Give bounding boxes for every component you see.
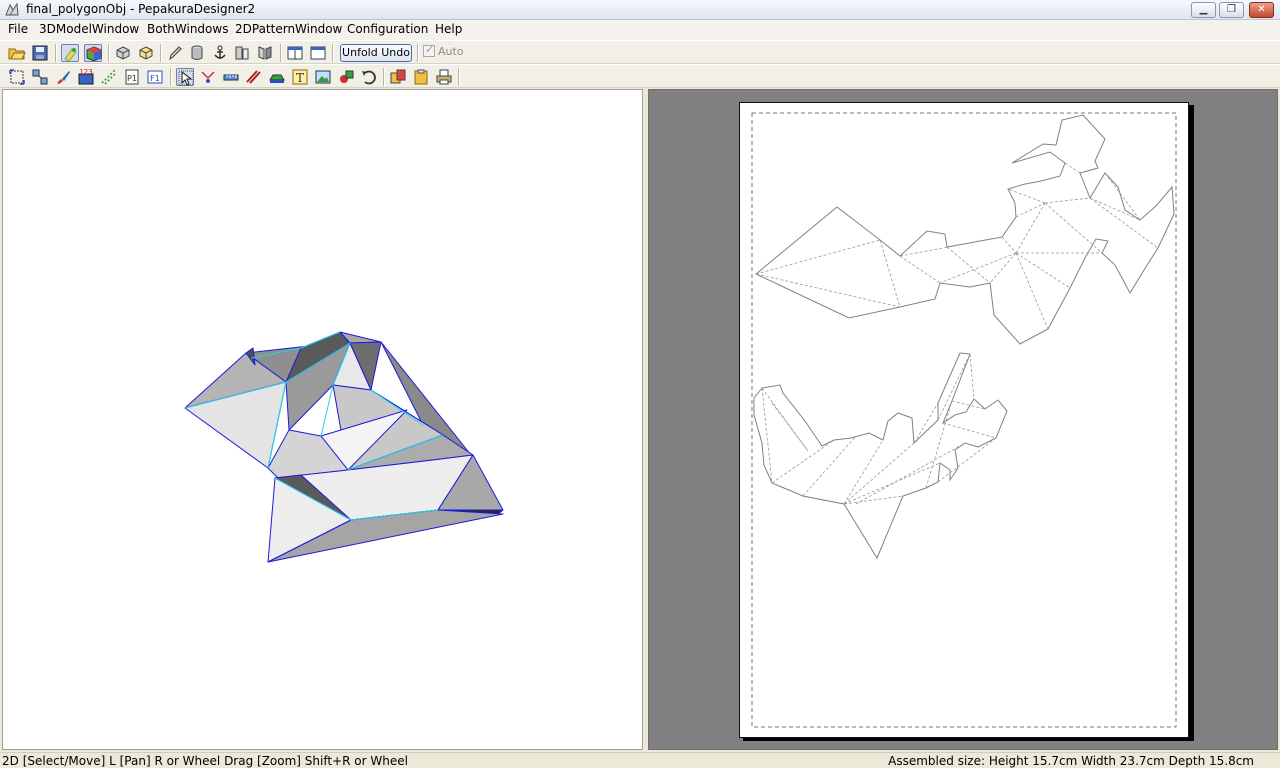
title-bar: final_polygonObj - PepakuraDesigner2 ▁ ❐… (0, 0, 1280, 20)
auto-label: Auto (438, 45, 464, 58)
menu-2dpatternwindow[interactable]: 2DPatternWindow (235, 22, 342, 36)
svg-text:F1: F1 (150, 74, 160, 83)
rotate-parts-icon[interactable] (337, 68, 355, 86)
status-assembled-size: Assembled size: Height 15.7cm Width 23.7… (888, 754, 1254, 768)
window-single-icon[interactable] (309, 44, 327, 62)
image-tool-icon[interactable] (314, 68, 332, 86)
close-button[interactable]: ✕ (1249, 2, 1274, 18)
menu-configuration[interactable]: Configuration (347, 22, 428, 36)
polygon-model-3d[interactable] (3, 90, 644, 751)
printable-margin (751, 112, 1177, 728)
status-mode-hint: 2D [Select/Move] L [Pan] R or Wheel Drag… (2, 754, 408, 768)
svg-text:123: 123 (79, 68, 92, 76)
svg-text:P1: P1 (127, 74, 137, 83)
flip-model-icon[interactable] (256, 44, 274, 62)
menu-bothwindows[interactable]: BothWindows (147, 22, 228, 36)
flap-lines-icon[interactable] (245, 68, 263, 86)
maximize-button[interactable]: ❐ (1219, 2, 1244, 18)
unfold-undo-button[interactable]: Unfold Undo (340, 44, 412, 62)
checkmark-icon: ✓ (425, 43, 435, 56)
fit-page-icon[interactable] (8, 68, 26, 86)
2d-pattern-view[interactable] (648, 89, 1278, 750)
printer-icon[interactable] (435, 68, 453, 86)
menu-bar: File 3DModelWindow BothWindows 2DPattern… (0, 20, 1280, 40)
menu-3dmodelwindow[interactable]: 3DModelWindow (39, 22, 139, 36)
window-title: final_polygonObj - PepakuraDesigner2 (26, 2, 256, 16)
paint-brush-icon[interactable] (54, 68, 72, 86)
ruler-icon[interactable] (222, 68, 240, 86)
status-bar: 2D [Select/Move] L [Pan] R or Wheel Drag… (0, 752, 1280, 768)
open-folder-icon[interactable] (8, 44, 26, 62)
join-edge-icon[interactable] (199, 68, 217, 86)
page-number-icon[interactable]: P1 (123, 68, 141, 86)
3d-model-view[interactable] (2, 89, 643, 750)
box-gray-icon[interactable] (114, 44, 132, 62)
save-disk-icon[interactable] (31, 44, 49, 62)
minimize-button[interactable]: ▁ (1191, 2, 1216, 18)
unfolded-pattern[interactable] (740, 103, 1190, 739)
undo-arrow-icon[interactable] (360, 68, 378, 86)
pattern-toolbar: 123 P1 F1 T (0, 64, 1280, 88)
main-toolbar: Unfold Undo (0, 40, 1280, 64)
color-cube-icon[interactable] (84, 44, 102, 62)
pattern-paper-page[interactable] (739, 102, 1189, 738)
edge-id-number-icon[interactable]: 123 (77, 68, 95, 86)
svg-text:T: T (296, 71, 304, 85)
window-layout-icon[interactable] (286, 44, 304, 62)
page-frame-icon[interactable]: F1 (146, 68, 164, 86)
select-move-arrow-icon[interactable] (176, 68, 194, 86)
menu-help[interactable]: Help (435, 22, 462, 36)
panel-split-icon[interactable] (233, 44, 251, 62)
pattern-part-upper (755, 114, 1175, 345)
auto-checkbox[interactable]: ✓ (423, 43, 435, 57)
texture-brush-icon[interactable] (61, 44, 79, 62)
flap-shape-icon[interactable] (268, 68, 286, 86)
fold-lines-icon[interactable] (100, 68, 118, 86)
text-tool-icon[interactable]: T (291, 68, 309, 86)
arrange-parts-icon[interactable] (31, 68, 49, 86)
anchor-icon[interactable] (211, 44, 229, 62)
pencil-edit-icon[interactable] (166, 44, 184, 62)
box-yellow-icon[interactable] (137, 44, 155, 62)
fold-lines-upper (755, 162, 1159, 330)
print-preview-icon[interactable] (389, 68, 407, 86)
pepakura-app-icon (5, 2, 19, 16)
cylinder-icon[interactable] (188, 44, 206, 62)
clipboard-icon[interactable] (412, 68, 430, 86)
menu-file[interactable]: File (8, 22, 28, 36)
pattern-part-lower (753, 352, 1008, 560)
